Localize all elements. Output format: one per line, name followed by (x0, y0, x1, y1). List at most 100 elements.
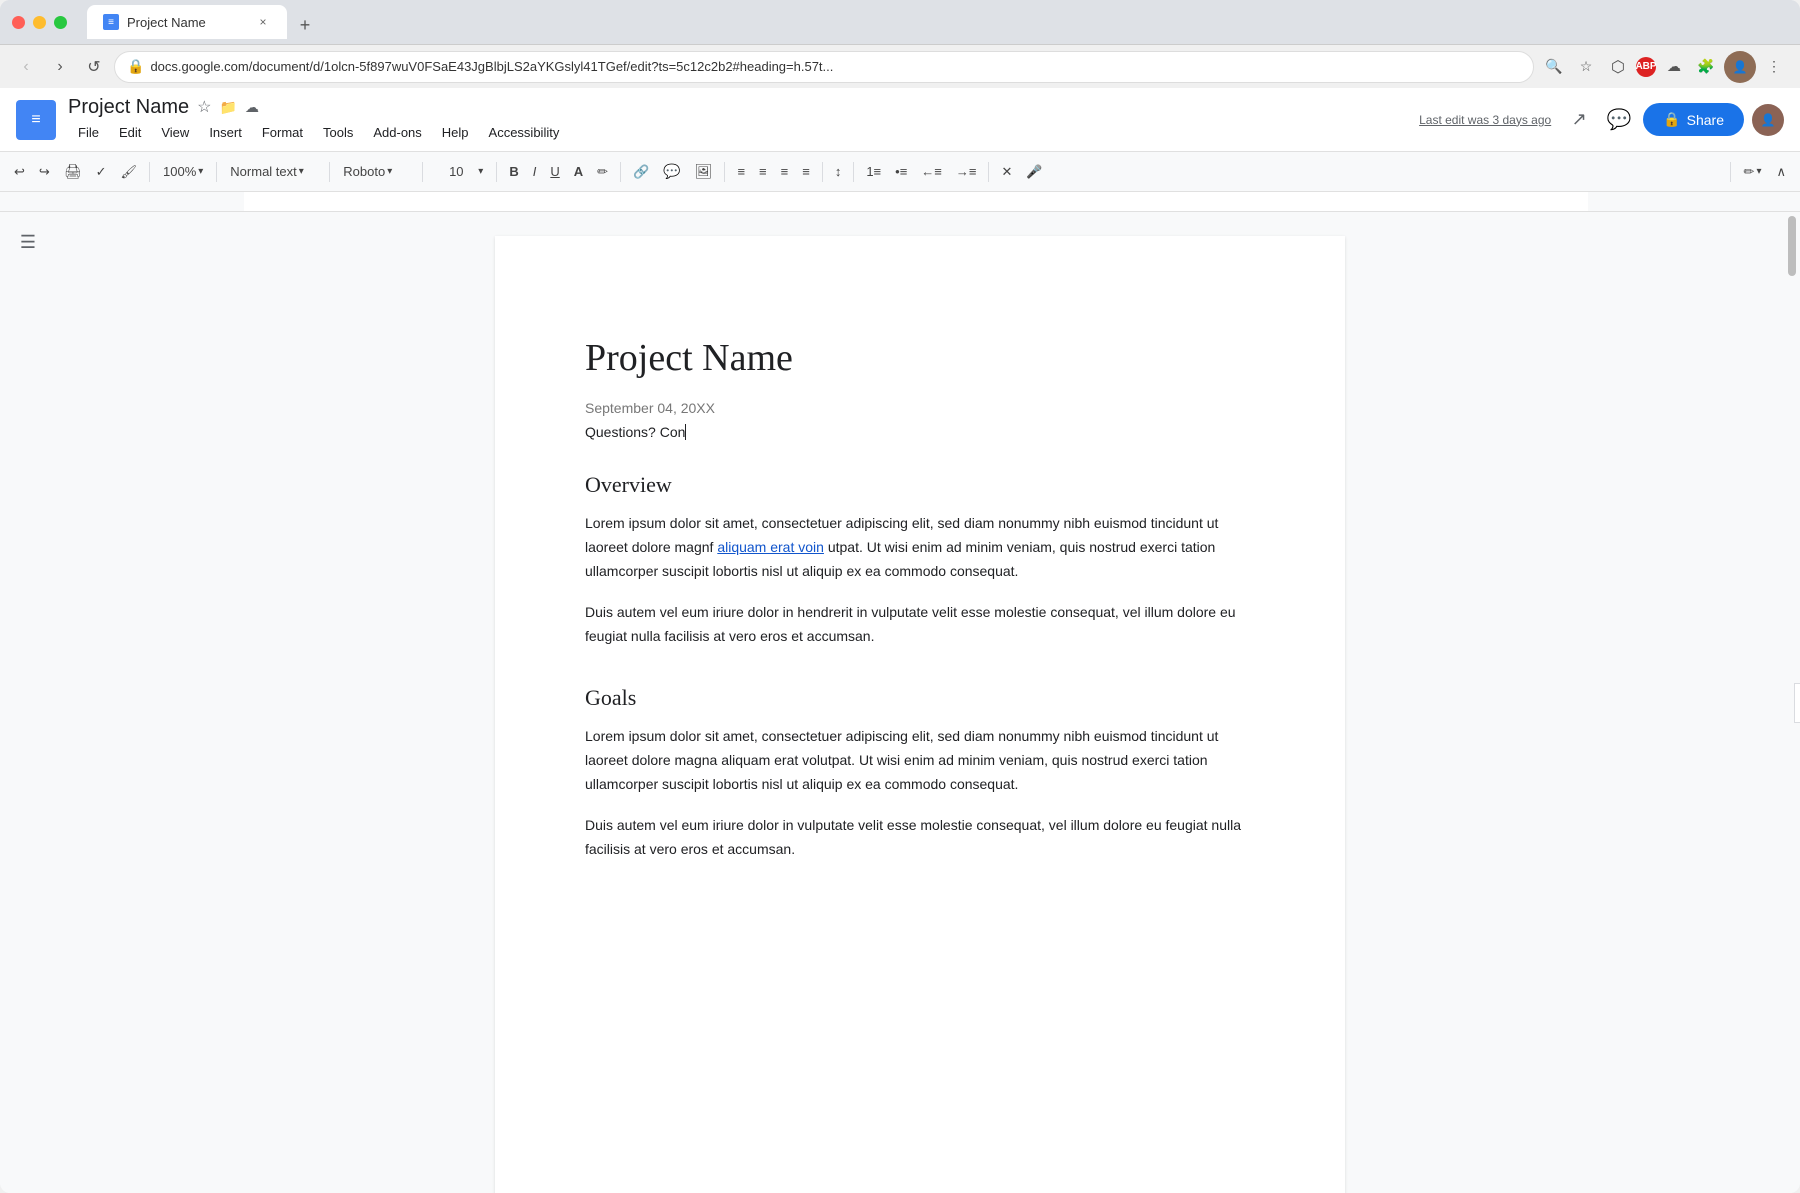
document-date[interactable]: September 04, 20XX (585, 400, 1255, 416)
share-page-button[interactable]: ⬡ (1604, 53, 1632, 81)
goals-heading[interactable]: Goals (585, 685, 1255, 711)
cloud-save-button[interactable]: ☁ (245, 99, 259, 116)
increase-indent-button[interactable]: →≡ (950, 158, 983, 186)
font-selector[interactable]: Roboto ▾ (336, 158, 416, 186)
new-tab-button[interactable]: + (291, 11, 319, 39)
bulleted-list-button[interactable]: •≡ (889, 158, 913, 186)
back-button[interactable]: ‹ (12, 53, 40, 81)
toolbar-separator-11 (1730, 162, 1731, 182)
document-page: Project Name September 04, 20XX Question… (495, 236, 1345, 1193)
browser-profile-avatar[interactable]: 👤 (1724, 51, 1756, 83)
numbered-list-button[interactable]: 1≡ (860, 158, 887, 186)
overview-paragraph-1[interactable]: Lorem ipsum dolor sit amet, consectetuer… (585, 512, 1255, 583)
text-color-button[interactable]: A (568, 158, 589, 186)
menu-help[interactable]: Help (432, 121, 479, 144)
underline-button[interactable]: U (544, 158, 565, 186)
comments-button[interactable]: 💬 (1603, 104, 1635, 136)
print-button[interactable]: 🖨 (58, 158, 88, 186)
italic-button[interactable]: I (527, 158, 543, 186)
minimize-window-button[interactable] (33, 16, 46, 29)
menu-insert[interactable]: Insert (199, 121, 252, 144)
last-edit-label[interactable]: Last edit was 3 days ago (1419, 113, 1551, 127)
menu-addons[interactable]: Add-ons (363, 121, 431, 144)
bold-button[interactable]: B (503, 158, 524, 186)
zoom-chevron-icon: ▾ (198, 166, 203, 177)
document-title[interactable]: Project Name (585, 336, 1255, 380)
maximize-window-button[interactable] (54, 16, 67, 29)
toolbar-separator-9 (853, 162, 854, 182)
editing-mode-selector[interactable]: ✏ ▾ (1737, 158, 1769, 186)
editing-mode-icon: ✏ (1744, 164, 1755, 180)
insert-comment-button[interactable]: 💬 (657, 158, 686, 186)
clear-formatting-button[interactable]: ✕ (995, 158, 1018, 186)
menu-view[interactable]: View (151, 121, 199, 144)
align-left-button[interactable]: ≡ (731, 158, 751, 186)
font-size-value: 10 (436, 164, 476, 179)
browser-menu-button[interactable]: ⋮ (1760, 53, 1788, 81)
toolbar-separator-3 (329, 162, 330, 182)
nav-actions: 🔍 ☆ ⬡ ABP ☁ 🧩 👤 ⋮ (1540, 51, 1788, 83)
refresh-button[interactable]: ↺ (80, 53, 108, 81)
paragraph-style-chevron-icon: ▾ (299, 166, 304, 177)
menu-format[interactable]: Format (252, 121, 313, 144)
ruler (0, 192, 1800, 212)
scrollbar-thumb[interactable] (1788, 216, 1796, 276)
menu-tools[interactable]: Tools (313, 121, 363, 144)
menu-edit[interactable]: Edit (109, 121, 151, 144)
paint-format-button[interactable]: 🖌 (115, 158, 144, 186)
bookmark-button[interactable]: ☆ (1572, 53, 1600, 81)
overview-heading[interactable]: Overview (585, 472, 1255, 498)
move-to-folder-button[interactable]: 📁 (220, 99, 237, 116)
line-spacing-button[interactable]: ↕ (829, 158, 848, 186)
spellcheck-button[interactable]: ✓ (90, 158, 113, 186)
document-questions[interactable]: Questions? Con (585, 424, 1255, 440)
goals-paragraph-1[interactable]: Lorem ipsum dolor sit amet, consectetuer… (585, 725, 1255, 796)
scrollbar-track[interactable] (1788, 216, 1796, 276)
cloud-extension-icon[interactable]: ☁ (1660, 53, 1688, 81)
close-window-button[interactable] (12, 16, 25, 29)
font-size-selector[interactable]: 10 ▾ (429, 158, 490, 186)
active-tab[interactable]: Project Name × (87, 5, 287, 39)
highlight-color-button[interactable]: ✏ (591, 158, 614, 186)
font-value: Roboto (343, 164, 385, 179)
app-bar: ≡ Project Name ☆ 📁 ☁ File Edit View Inse… (0, 88, 1800, 152)
align-center-button[interactable]: ≡ (753, 158, 773, 186)
ruler-white-area (244, 192, 1588, 211)
ruler-left-margin (8, 192, 64, 211)
menu-file[interactable]: File (68, 121, 109, 144)
goals-paragraph-2[interactable]: Duis autem vel eum iriure dolor in vulpu… (585, 814, 1255, 862)
overview-paragraph-2[interactable]: Duis autem vel eum iriure dolor in hendr… (585, 601, 1255, 649)
undo-button[interactable]: ↩ (8, 158, 31, 186)
zoom-selector[interactable]: 100% ▾ (156, 158, 210, 186)
align-justify-button[interactable]: ≡ (796, 158, 816, 186)
align-right-button[interactable]: ≡ (775, 158, 795, 186)
user-avatar[interactable]: 👤 (1752, 104, 1784, 136)
insert-link-button[interactable]: 🔗 (627, 158, 655, 186)
decrease-indent-button[interactable]: ←≡ (915, 158, 948, 186)
collapse-panel-button[interactable]: ‹ (1794, 683, 1800, 723)
star-doc-button[interactable]: ☆ (197, 97, 211, 117)
voice-input-button[interactable]: 🎤 (1020, 158, 1048, 186)
document-outline-button[interactable]: ☰ (14, 228, 42, 256)
insert-image-button[interactable]: 🖼 (689, 158, 719, 186)
address-bar[interactable]: 🔒 docs.google.com/document/d/1olcn-5f897… (114, 51, 1534, 83)
document-area[interactable]: Project Name September 04, 20XX Question… (56, 212, 1784, 1193)
docs-app-icon: ≡ (16, 100, 56, 140)
main-area: ☰ Project Name September 04, 20XX Questi… (0, 212, 1800, 1193)
overview-link[interactable]: aliquam erat voin (717, 539, 824, 555)
adblock-extension-icon[interactable]: ABP (1636, 57, 1656, 77)
activity-dashboard-button[interactable]: ↗ (1563, 104, 1595, 136)
traffic-lights (12, 16, 67, 29)
paragraph-style-selector[interactable]: Normal text ▾ (223, 158, 323, 186)
share-button[interactable]: 🔒 Share (1643, 103, 1744, 136)
tab-close-button[interactable]: × (255, 14, 271, 30)
share-label: Share (1687, 112, 1724, 128)
redo-button[interactable]: ↪ (33, 158, 56, 186)
search-icon-button[interactable]: 🔍 (1540, 53, 1568, 81)
extensions-button[interactable]: 🧩 (1692, 53, 1720, 81)
font-chevron-icon: ▾ (387, 166, 392, 177)
collapse-toolbar-button[interactable]: ∧ (1770, 158, 1792, 186)
menu-accessibility[interactable]: Accessibility (479, 121, 570, 144)
forward-button[interactable]: › (46, 53, 74, 81)
doc-title-display[interactable]: Project Name (68, 96, 189, 119)
